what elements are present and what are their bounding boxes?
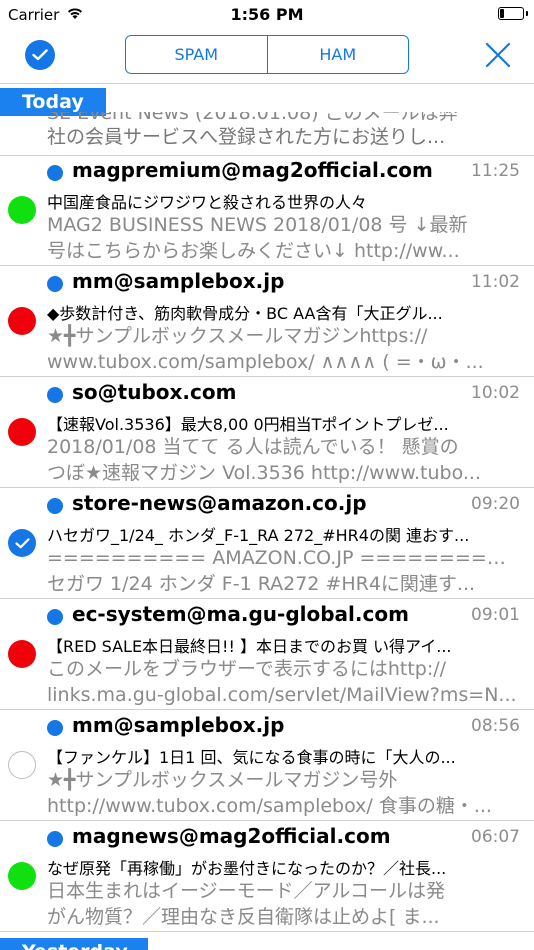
status-indicator-green[interactable] [8,862,36,890]
sender: store-news@amazon.co.jp [72,491,367,515]
message-preview: ★╋サンプルボックスメールマガジンhttps://www.tubox.com/s… [47,325,484,373]
unread-dot-icon [47,831,63,847]
message-subject: 【RED SALE本日最終日!! 】本日までのお買 い得アイ... [47,637,452,656]
status-bar: Carrier 1:56 PM [0,0,534,30]
unread-dot-icon [47,498,63,514]
battery-icon [498,7,528,20]
unread-dot-icon [47,276,63,292]
sender: ec-system@ma.gu-global.com [72,602,409,626]
list-item[interactable]: store-news@amazon.co.jp 09:20 ハセガワ_1/24_… [0,488,534,599]
unread-dot-icon [47,609,63,625]
unread-dot-icon [47,387,63,403]
message-preview: ★╋サンプルボックスメールマガジン号外 http://www.tubox.com/… [47,769,492,817]
sender: magnews@mag2official.com [72,824,391,848]
message-time: 06:07 [471,827,520,847]
message-time: 09:01 [471,605,520,625]
toolbar: SPAM HAM [0,30,534,84]
message-preview: ========== AMAZON.CO.JP ========== ハセガワ … [47,547,519,595]
status-indicator-green[interactable] [8,196,36,224]
message-subject: ハセガワ_1/24_ ホンダ_F-1_RA 272_#HR4の関 連おす... [47,526,470,545]
list-item[interactable]: magnews@mag2official.com 06:07 なぜ原発「再稼働」… [0,821,534,932]
message-subject: 【速報Vol.3536】最大8,00 0円相当Tポイントプレゼ... [47,415,449,434]
sender: mm@samplebox.jp [72,713,285,737]
list-item[interactable]: mm@samplebox.jp 08:56 【ファンケル】1日1 回、気になる食… [0,710,534,821]
sender: magpremium@mag2official.com [72,158,433,182]
status-indicator-empty[interactable] [8,751,36,779]
message-subject: 中国産食品にジワジワと殺される世界の人々 [47,193,368,212]
unread-dot-icon [47,720,63,736]
list-item[interactable]: mm@samplebox.jp 11:02 ◆歩数計付き、筋肉軟骨成分・BC A… [0,266,534,377]
status-indicator-red[interactable] [8,307,36,335]
sender: so@tubox.com [72,380,237,404]
message-subject: 【ファンケル】1日1 回、気になる食事の時に「大人の... [47,748,456,767]
status-time: 1:56 PM [230,5,304,24]
message-subject: ◆歩数計付き、筋肉軟骨成分・BC AA含有「大正グル... [47,304,443,323]
message-time: 09:20 [471,494,520,514]
message-preview: 社の会員サービスへ登録された方にお送りし... [47,126,446,148]
select-all-checkmark-icon[interactable] [25,40,55,70]
message-subject: なぜ原発「再稼働」がお墨付きになったのか？／社長... [47,859,447,878]
message-time: 11:25 [471,161,520,181]
spam-button[interactable]: SPAM [126,36,267,73]
message-time: 11:02 [471,272,520,292]
message-preview: MAG2 BUSINESS NEWS 2018/01/08 号 ↓最新 号はこちら… [47,214,468,262]
status-indicator-red[interactable] [8,418,36,446]
list-item[interactable]: so@tubox.com 10:02 【速報Vol.3536】最大8,00 0円… [0,377,534,488]
list-item[interactable]: SE Event News (2018.01.08) このメールは弊 社の会員サ… [0,112,534,156]
list-item[interactable]: magpremium@mag2official.com 11:25 中国産食品に… [0,155,534,266]
message-time: 10:02 [471,383,520,403]
selected-checkmark-icon[interactable] [8,529,36,557]
message-preview: このメールをブラウザーで表示するにはhttp://links.ma.gu-glo… [47,658,517,706]
sender: mm@samplebox.jp [72,269,285,293]
message-time: 08:56 [471,716,520,736]
message-preview: 2018/01/08 当てて る人は読んでいる！ 懸賞の つぼ★速報マガジン Vo… [47,436,482,484]
message-list[interactable]: Today SE Event News (2018.01.08) このメールは弊… [0,84,534,950]
section-header-yesterday: Yesterday [0,938,148,950]
close-icon[interactable] [484,41,512,69]
status-indicator-red[interactable] [8,640,36,668]
message-preview: 日本生まれはイージーモード／アルコールは発 がん物質？／理由なき反自衛隊は止めよ[… [47,880,446,928]
unread-dot-icon [47,165,63,181]
list-item[interactable]: ec-system@ma.gu-global.com 09:01 【RED SA… [0,599,534,710]
ham-button[interactable]: HAM [266,36,409,73]
spam-ham-segmented-control: SPAM HAM [125,35,409,74]
